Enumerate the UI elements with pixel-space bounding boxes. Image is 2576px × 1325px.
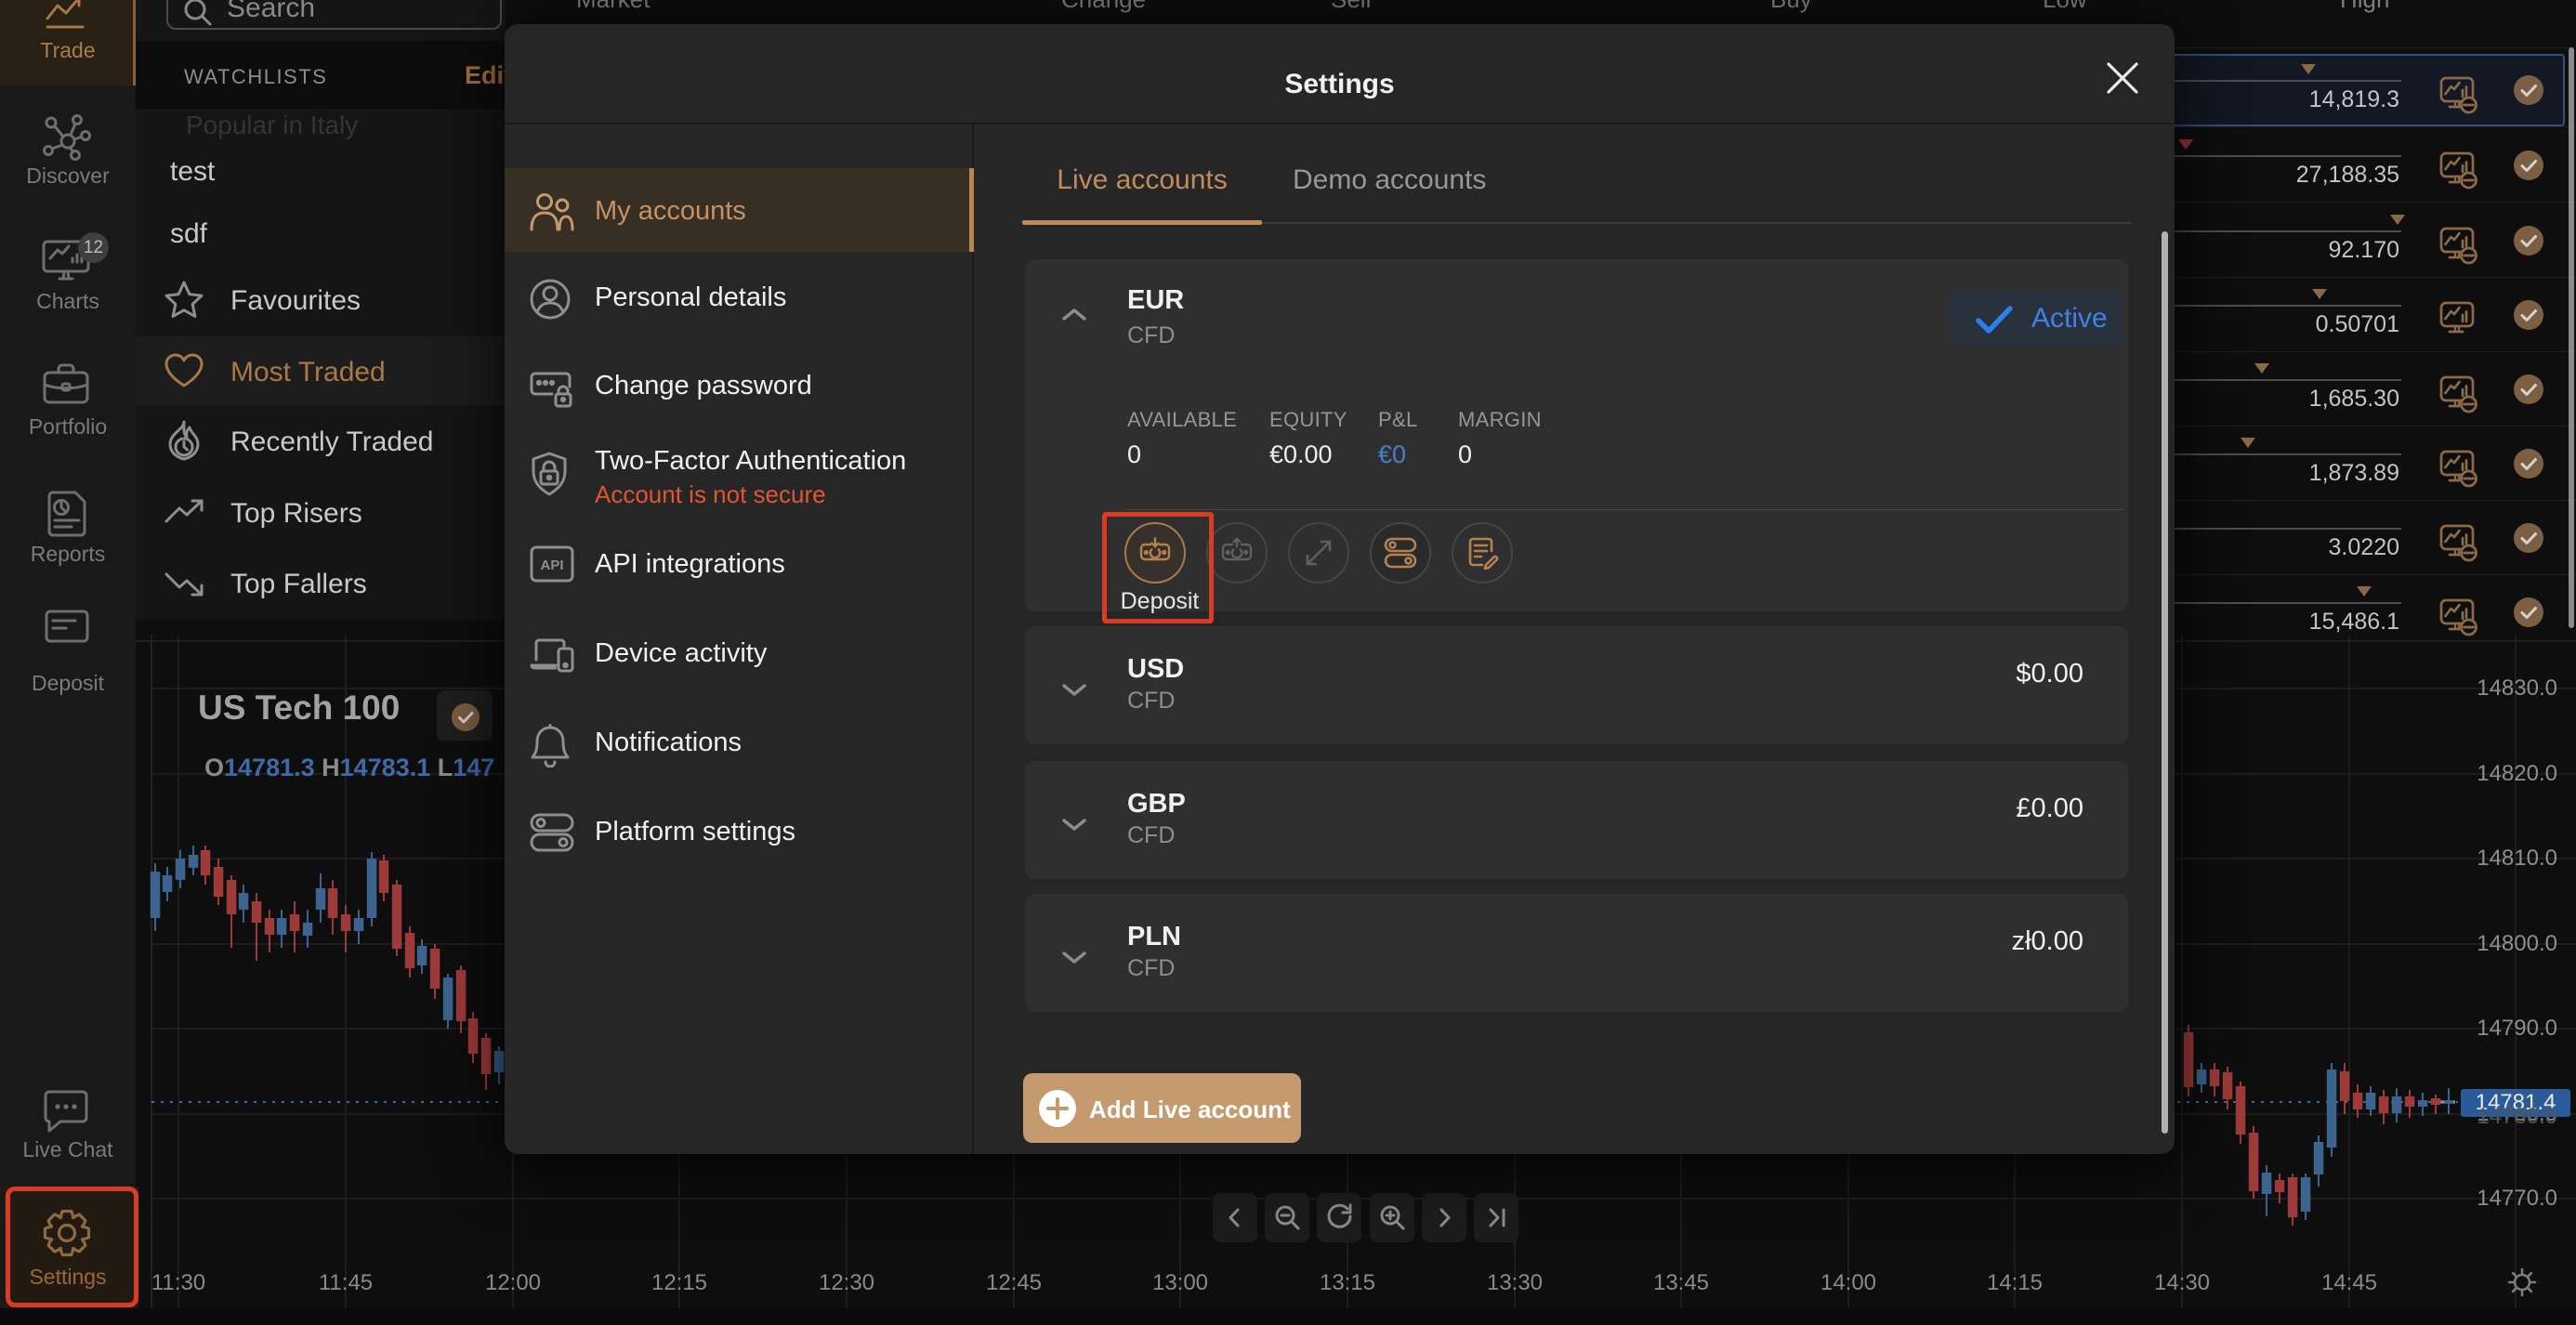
svg-text:API: API: [540, 558, 563, 573]
